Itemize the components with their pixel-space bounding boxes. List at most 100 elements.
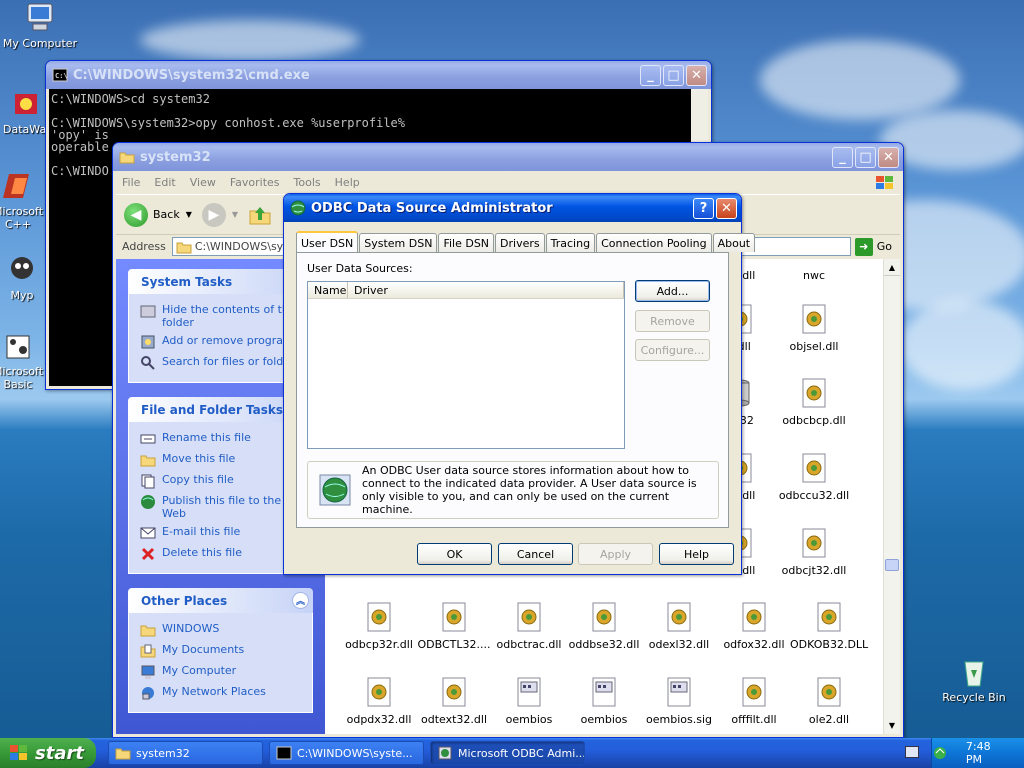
close-button[interactable]: ✕ <box>686 64 707 86</box>
add-button[interactable]: Add... <box>635 280 710 302</box>
tab-user-dsn[interactable]: User DSN <box>296 231 359 253</box>
file-item[interactable]: odbcjt32.dll <box>775 527 853 577</box>
menu-help[interactable]: Help <box>335 176 360 189</box>
menu-favorites[interactable]: Favorites <box>230 176 280 189</box>
place-network[interactable]: My Network Places <box>140 685 306 701</box>
menu-view[interactable]: View <box>190 176 216 189</box>
close-button[interactable]: ✕ <box>878 146 899 168</box>
file-item[interactable]: oembios <box>565 676 643 726</box>
file-item[interactable]: nwc <box>775 269 853 282</box>
task-label: Delete this file <box>162 546 242 559</box>
panel-title: Other Places <box>141 593 228 608</box>
file-item[interactable]: odbccu32.dll <box>775 452 853 502</box>
tab-connection-pooling[interactable]: Connection Pooling <box>596 233 712 252</box>
menu-file[interactable]: File <box>122 176 140 189</box>
cancel-button[interactable]: Cancel <box>498 543 573 565</box>
tab-drivers[interactable]: Drivers <box>495 233 545 252</box>
tab-file-dsn[interactable]: File DSN <box>438 233 495 252</box>
folder-icon <box>140 625 156 637</box>
tab-tracing[interactable]: Tracing <box>545 233 596 252</box>
minimize-button[interactable]: _ <box>832 146 853 168</box>
dll-gear-icon <box>514 601 544 633</box>
file-item[interactable]: objsel.dll <box>775 303 853 353</box>
cmd-titlebar[interactable]: C:\ C:\WINDOWS\system32\cmd.exe _ □ ✕ <box>46 61 711 89</box>
taskbar-item-cmd[interactable]: C:\WINDOWS\syste... <box>269 741 424 765</box>
file-item[interactable]: oembios <box>490 676 568 726</box>
other-places-header[interactable]: Other Places ︽ <box>128 588 313 613</box>
file-item[interactable]: oddbse32.dll <box>565 601 643 651</box>
user-dsn-panel: User Data Sources: Name Driver Add... Re… <box>296 252 729 528</box>
file-item[interactable]: odpdx32.dll <box>340 676 418 726</box>
data-sources-list[interactable]: Name Driver <box>307 281 625 449</box>
file-item[interactable]: ODBCTL32.... <box>415 601 493 651</box>
odbc-dialog[interactable]: ODBC Data Source Administrator ? ✕ User … <box>283 193 756 575</box>
help-dialog-button[interactable]: Help <box>659 543 734 565</box>
minimize-button[interactable]: _ <box>640 64 661 86</box>
menu-tools[interactable]: Tools <box>294 176 321 189</box>
tab-system-dsn[interactable]: System DSN <box>359 233 438 252</box>
file-item[interactable]: ole2.dll <box>790 676 868 726</box>
file-item[interactable]: odexl32.dll <box>640 601 718 651</box>
file-item[interactable]: oembios.sig <box>640 676 718 726</box>
taskbar-item-explorer[interactable]: system32 <box>108 741 263 765</box>
place-windows[interactable]: WINDOWS <box>140 622 306 638</box>
desktop-icon-microsoft-basic[interactable]: Microsoft Basic <box>0 330 48 391</box>
file-item[interactable]: odbcp32r.dll <box>340 601 418 651</box>
column-name[interactable]: Name <box>308 282 348 298</box>
search-icon <box>141 356 155 370</box>
file-pane-scrollbar[interactable]: ▲ ▼ <box>883 259 900 734</box>
apply-button[interactable]: Apply <box>578 543 653 565</box>
task-delete[interactable]: Delete this file <box>140 546 306 562</box>
task-publish[interactable]: Publish this file to the Web <box>140 494 306 520</box>
cmd-title: C:\WINDOWS\system32\cmd.exe <box>73 67 310 83</box>
place-my-documents[interactable]: My Documents <box>140 643 306 659</box>
column-driver[interactable]: Driver <box>348 282 624 298</box>
explorer-titlebar[interactable]: system32 _ □ ✕ <box>113 143 903 171</box>
other-places-panel: Other Places ︽ WINDOWS My Documents My Co… <box>128 588 313 713</box>
menu-edit[interactable]: Edit <box>154 176 175 189</box>
odbc-titlebar[interactable]: ODBC Data Source Administrator ? ✕ <box>284 194 741 222</box>
scroll-up-button[interactable]: ▲ <box>884 259 900 276</box>
tab-about[interactable]: About <box>712 233 756 252</box>
file-item[interactable]: ODKOB32.DLL <box>790 601 868 651</box>
keyboard-icon[interactable] <box>905 746 919 758</box>
odbc-globe-icon <box>290 200 306 216</box>
task-rename[interactable]: Rename this file <box>140 431 306 447</box>
file-item[interactable]: odbcbcp.dll <box>775 377 853 427</box>
task-move[interactable]: Move this file <box>140 452 306 468</box>
remove-button[interactable]: Remove <box>635 310 710 332</box>
desktop-icon-recycle-bin[interactable]: Recycle Bin <box>934 656 1014 704</box>
task-label: Add or remove programs <box>162 334 300 347</box>
file-item[interactable]: odfox32.dll <box>715 601 793 651</box>
maximize-button[interactable]: □ <box>663 64 684 86</box>
file-item[interactable]: odtext32.dll <box>415 676 493 726</box>
task-add-remove-programs[interactable]: Add or remove programs <box>140 334 306 350</box>
up-folder-button[interactable] <box>248 203 272 227</box>
info-box: An ODBC User data source stores informat… <box>307 461 719 519</box>
ok-button[interactable]: OK <box>417 543 492 565</box>
go-button[interactable]: ➜ Go <box>854 237 892 256</box>
dll-gear-icon <box>799 527 829 559</box>
desktop-icon-my-computer[interactable]: My Computer <box>0 2 80 50</box>
task-email[interactable]: E-mail this file <box>140 525 306 541</box>
desktop-icon-microsoft-cpp[interactable]: Microsoft C++ <box>0 170 48 231</box>
task-search[interactable]: Search for files or folders <box>140 355 306 371</box>
scroll-thumb[interactable] <box>885 559 899 571</box>
back-button[interactable]: ◀ Back ▼ <box>124 202 192 227</box>
scroll-down-button[interactable]: ▼ <box>884 717 900 734</box>
place-my-computer[interactable]: My Computer <box>140 664 306 680</box>
collapse-icon[interactable]: ︽ <box>292 592 309 609</box>
file-item[interactable]: offfilt.dll <box>715 676 793 726</box>
clock[interactable]: 7:48 PM <box>966 740 1010 766</box>
taskbar-item-odbc[interactable]: Microsoft ODBC Admi... <box>430 741 585 765</box>
configure-button[interactable]: Configure... <box>635 339 710 361</box>
close-button[interactable]: ✕ <box>716 197 737 219</box>
maximize-button[interactable]: □ <box>855 146 876 168</box>
forward-button[interactable]: ▶ ▼ <box>201 202 238 227</box>
task-copy[interactable]: Copy this file <box>140 473 306 489</box>
task-hide-contents[interactable]: Hide the contents of this folder <box>140 303 306 329</box>
help-button[interactable]: ? <box>693 197 714 219</box>
file-item[interactable]: odbctrac.dll <box>490 601 568 651</box>
file-label: ole2.dll <box>808 713 850 726</box>
start-button[interactable]: start <box>0 738 96 768</box>
